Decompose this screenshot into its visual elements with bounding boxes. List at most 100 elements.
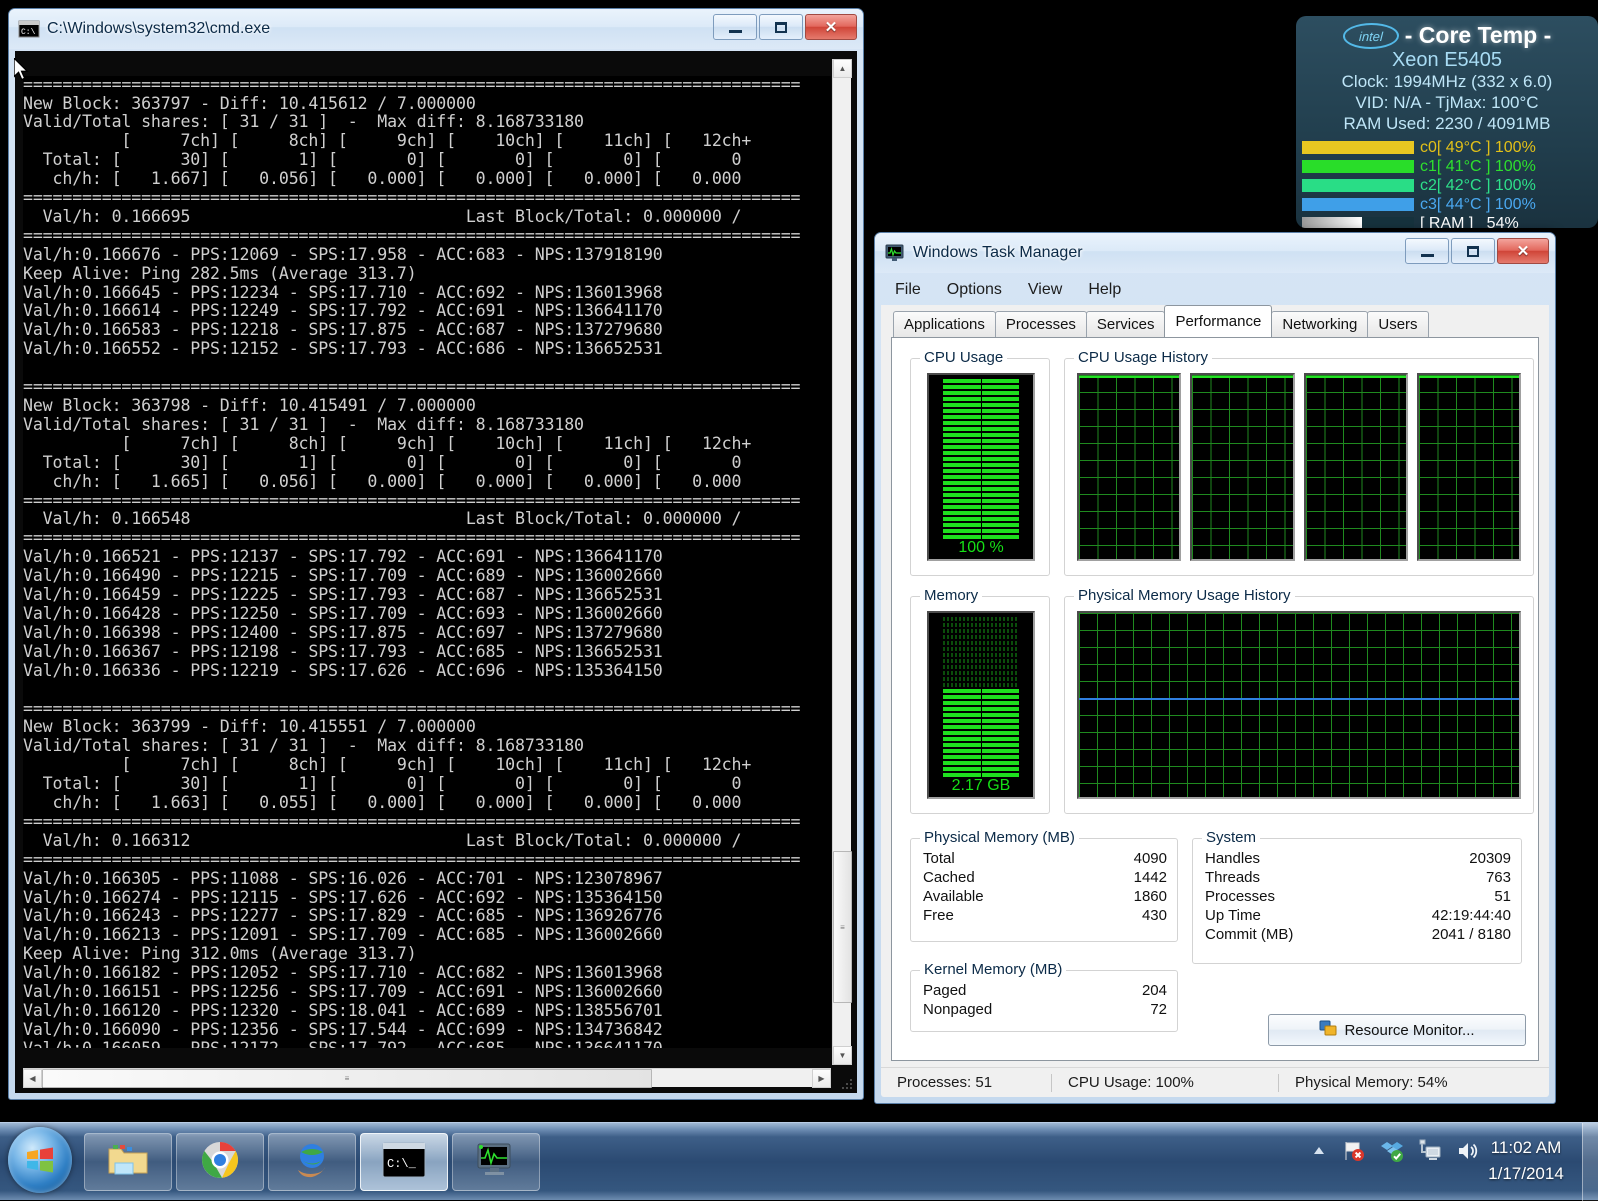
cpu-usage-value: 100 % — [958, 539, 1004, 556]
cmd-horizontal-scrollbar[interactable]: ◀ ▶ ≡ — [23, 1068, 831, 1088]
coretemp-bar — [1302, 179, 1414, 192]
physical-memory-row: Cached 1442 — [911, 868, 1177, 887]
taskbar-button-explorer[interactable] — [84, 1133, 172, 1191]
cmd-resize-grip[interactable] — [840, 1077, 854, 1091]
volume-icon[interactable] — [1456, 1139, 1480, 1168]
coretemp-cpu-model: Xeon E5405 — [1391, 49, 1503, 71]
taskbar-clock[interactable]: 11:02 AM 1/17/2014 — [1480, 1135, 1572, 1187]
cmd-close-button[interactable]: ✕ — [805, 14, 857, 40]
resource-monitor-icon — [1319, 1019, 1337, 1041]
tab-processes[interactable]: Processes — [994, 311, 1087, 337]
coretemp-gadget[interactable]: intel - Core Temp - Xeon E5405 Clock: 19… — [1296, 16, 1598, 228]
coretemp-bar-label: c1[ 41°C ] 100% — [1420, 157, 1536, 175]
memory-history-graph — [1077, 611, 1521, 799]
coretemp-core-row-2: c2[ 42°C ] 100% — [1302, 176, 1592, 195]
kernel-memory-label: Kernel Memory (MB) — [920, 961, 1067, 978]
memory-history-group: Physical Memory Usage History — [1064, 587, 1534, 814]
taskbar-button-internet[interactable] — [268, 1133, 356, 1191]
taskbar: C:\_ 11:02 AM 1/17/2014 — [0, 1122, 1598, 1201]
svg-text:C:\_: C:\_ — [387, 1157, 417, 1171]
cpu-usage-meter: 100 % — [927, 373, 1035, 561]
mouse-cursor — [14, 58, 29, 81]
memory-label: Memory — [920, 587, 983, 604]
coretemp-bar — [1302, 198, 1414, 211]
scroll-right-arrow-icon[interactable]: ▶ — [812, 1069, 831, 1088]
taskmanager-minimize-button[interactable] — [1405, 238, 1449, 264]
coretemp-core-row-3: c3[ 44°C ] 100% — [1302, 195, 1592, 214]
intel-logo-icon: intel — [1342, 22, 1400, 49]
physical-memory-value: 4090 — [1133, 850, 1167, 867]
menu-item-options[interactable]: Options — [947, 281, 1002, 299]
coretemp-bar — [1302, 217, 1414, 228]
kernel-memory-value: 72 — [1150, 1001, 1167, 1018]
cmd-minimize-button[interactable] — [713, 14, 757, 40]
system-name: Handles — [1205, 850, 1261, 867]
taskmanager-body: Applications Processes Services Performance… — [881, 305, 1549, 1097]
scroll-left-arrow-icon[interactable]: ◀ — [23, 1069, 42, 1088]
menu-item-file[interactable]: File — [895, 281, 921, 299]
memory-meter: 2.17 GB — [927, 611, 1035, 799]
coretemp-ram-row: [ RAM ] 54% — [1302, 214, 1592, 228]
taskbar-button-taskmanager[interactable] — [452, 1133, 540, 1191]
cpu-history-line — [1192, 376, 1293, 378]
network-icon[interactable] — [1418, 1139, 1442, 1168]
system-row: Up Time 42:19:44:40 — [1193, 906, 1521, 925]
taskmanager-icon — [475, 1141, 517, 1184]
dropbox-icon[interactable] — [1380, 1139, 1404, 1168]
memory-value: 2.17 GB — [951, 777, 1011, 794]
desktop: C:\ C:\Windows\system32\cmd.exe ✕ ======… — [0, 0, 1598, 1201]
show-desktop-button[interactable] — [1582, 1123, 1598, 1201]
cmd-window[interactable]: C:\ C:\Windows\system32\cmd.exe ✕ ======… — [8, 8, 864, 1100]
taskmanager-statusbar: Processes: 51 CPU Usage: 100% Physical M… — [881, 1067, 1549, 1097]
windows-logo-icon — [27, 1147, 53, 1173]
tab-networking[interactable]: Networking — [1271, 311, 1369, 337]
task-manager-window[interactable]: Windows Task Manager ✕ File Options View He… — [874, 232, 1556, 1104]
tab-services[interactable]: Services — [1085, 311, 1166, 337]
scroll-up-arrow-icon[interactable]: ▲ — [833, 59, 852, 78]
cmd-window-buttons: ✕ — [713, 14, 857, 40]
cpu-history-group: CPU Usage History — [1064, 349, 1534, 576]
action-center-icon[interactable] — [1342, 1139, 1366, 1168]
system-label: System — [1202, 829, 1261, 846]
cmd-vertical-scrollbar[interactable]: ▲ ▼ ≡ — [832, 59, 852, 1065]
cmd-titlebar[interactable]: C:\ C:\Windows\system32\cmd.exe ✕ — [9, 9, 863, 49]
start-button[interactable] — [8, 1127, 72, 1193]
physical-memory-group: Physical Memory (MB) Total 4090 Cached 1442… — [910, 829, 1178, 942]
cmd-hscroll-thumb[interactable]: ≡ — [42, 1069, 652, 1088]
system-group: System Handles 20309 Threads 763 Processes 51… — [1192, 829, 1522, 964]
cmd-vscroll-thumb[interactable]: ≡ — [833, 851, 852, 1003]
menu-item-help[interactable]: Help — [1088, 281, 1121, 299]
physical-memory-label: Physical Memory (MB) — [920, 829, 1079, 846]
taskmanager-tabs: Applications Processes Services Performance… — [881, 305, 1549, 337]
kernel-memory-row: Paged 204 — [911, 981, 1177, 1000]
cmd-maximize-button[interactable] — [759, 14, 803, 40]
show-hidden-icons-button[interactable] — [1310, 1142, 1328, 1165]
tab-applications[interactable]: Applications — [893, 311, 996, 337]
resource-monitor-label: Resource Monitor... — [1344, 1021, 1475, 1039]
taskmanager-maximize-button[interactable] — [1451, 238, 1495, 264]
taskmanager-close-button[interactable]: ✕ — [1497, 238, 1549, 264]
tab-performance[interactable]: Performance — [1164, 305, 1273, 337]
cpu-history-graph-3 — [1416, 373, 1521, 561]
system-value: 2041 / 8180 — [1431, 926, 1511, 943]
taskmanager-titlebar[interactable]: Windows Task Manager ✕ — [875, 233, 1555, 273]
taskmanager-window-buttons: ✕ — [1405, 238, 1549, 264]
physical-memory-row: Available 1860 — [911, 887, 1177, 906]
memory-group: Memory 2.17 GB — [910, 587, 1050, 814]
scroll-down-arrow-icon[interactable]: ▼ — [833, 1046, 852, 1065]
taskbar-button-cmd[interactable]: C:\_ — [360, 1133, 448, 1191]
resource-monitor-button[interactable]: Resource Monitor... — [1268, 1014, 1526, 1046]
coretemp-title: - Core Temp - — [1404, 22, 1552, 48]
performance-tab-panel: CPU Usage 100 % CPU Usage History Memory — [891, 337, 1539, 1061]
system-value: 20309 — [1469, 850, 1511, 867]
physical-memory-value: 1860 — [1133, 888, 1167, 905]
memory-history-line — [1079, 697, 1519, 700]
physical-memory-name: Total — [923, 850, 955, 867]
physical-memory-row: Total 4090 — [911, 849, 1177, 868]
svg-text:C:\: C:\ — [21, 28, 36, 37]
taskbar-button-chrome[interactable] — [176, 1133, 264, 1191]
menu-item-view[interactable]: View — [1028, 281, 1062, 299]
coretemp-bar — [1302, 141, 1414, 154]
cmd-console-output[interactable]: ========================================… — [23, 75, 831, 1049]
tab-users[interactable]: Users — [1367, 311, 1429, 337]
